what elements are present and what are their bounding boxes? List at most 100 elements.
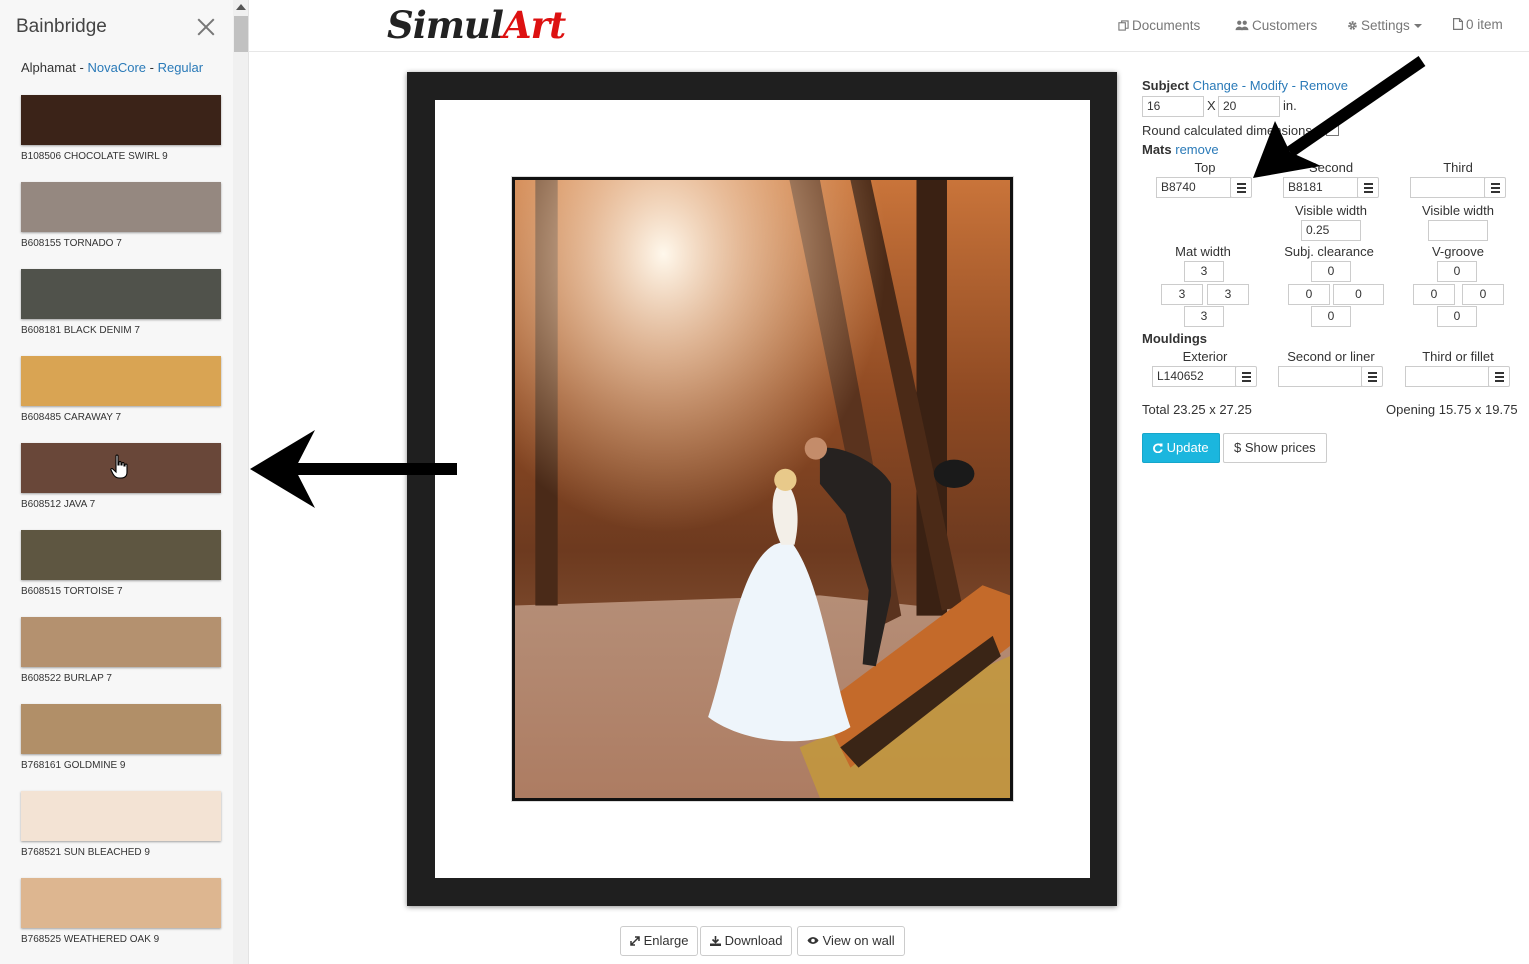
- swatch-label: B768525 WEATHERED OAK 9: [21, 934, 160, 945]
- swatch-item[interactable]: B768525 WEATHERED OAK 9: [21, 878, 222, 964]
- mats-remove-link[interactable]: remove: [1175, 142, 1218, 157]
- swatch-color[interactable]: [21, 530, 221, 580]
- frame-preview: [407, 72, 1117, 906]
- swatch-label: B608515 TORTOISE 7: [21, 586, 123, 597]
- vgroove-bottom-input[interactable]: 0: [1437, 306, 1477, 327]
- mat-width-label: Mat width: [1175, 244, 1231, 259]
- vgroove-top-input[interactable]: 0: [1437, 261, 1477, 282]
- third-mat-column-label: Third: [1443, 160, 1473, 175]
- swatch-item[interactable]: B768161 GOLDMINE 9: [21, 704, 222, 791]
- vgroove-left-input[interactable]: 0: [1413, 284, 1455, 305]
- subject-width-input[interactable]: 16: [1142, 96, 1204, 117]
- swatch-color[interactable]: [21, 791, 221, 841]
- top-mat-list-button[interactable]: [1230, 177, 1252, 198]
- swatch-color[interactable]: [21, 704, 221, 754]
- clearance-left-input[interactable]: 0: [1288, 284, 1330, 305]
- third-mat-list-button[interactable]: [1484, 177, 1506, 198]
- breadcrumb-brand: Alphamat: [21, 60, 76, 75]
- swatch-color[interactable]: [21, 878, 221, 928]
- breadcrumb-separator: -: [146, 60, 158, 75]
- swatch-color[interactable]: [21, 617, 221, 667]
- exterior-moulding-list-button[interactable]: [1235, 366, 1257, 387]
- nav-documents[interactable]: Documents: [1118, 18, 1200, 33]
- swatch-item[interactable]: B108506 CHOCOLATE SWIRL 9: [21, 95, 222, 182]
- eye-icon: [807, 937, 819, 944]
- second-visible-width-label: Visible width: [1294, 203, 1368, 218]
- show-prices-button[interactable]: $ Show prices: [1223, 433, 1327, 463]
- logo-text-art: Art: [502, 3, 566, 47]
- third-fillet-list-button[interactable]: [1488, 366, 1510, 387]
- scroll-up-arrow-icon[interactable]: [236, 4, 246, 10]
- swatch-label: B768521 SUN BLEACHED 9: [21, 847, 150, 858]
- second-mat-input[interactable]: B8181: [1283, 177, 1358, 198]
- swatch-item[interactable]: B608522 BURLAP 7: [21, 617, 222, 704]
- second-mat-column-label: Second: [1308, 160, 1354, 175]
- round-dimensions-checkbox[interactable]: [1326, 123, 1339, 136]
- nav-cart[interactable]: 0 item: [1453, 17, 1503, 32]
- nav-documents-label: Documents: [1132, 18, 1201, 33]
- download-button[interactable]: Download: [700, 926, 793, 956]
- clearance-right-input[interactable]: 0: [1333, 284, 1384, 305]
- swatch-item[interactable]: B608155 TORNADO 7: [21, 182, 222, 269]
- swatch-item[interactable]: B608181 BLACK DENIM 7: [21, 269, 222, 356]
- exterior-moulding-input[interactable]: L140652: [1152, 366, 1236, 387]
- enlarge-label: Enlarge: [643, 933, 689, 948]
- third-fillet-input[interactable]: [1405, 366, 1489, 387]
- clearance-top-input[interactable]: 0: [1311, 261, 1351, 282]
- swatch-label: B108506 CHOCOLATE SWIRL 9: [21, 151, 168, 162]
- second-visible-width-input[interactable]: 0.25: [1301, 220, 1361, 241]
- swatch-label: B608522 BURLAP 7: [21, 673, 112, 684]
- swatch-item[interactable]: B608515 TORTOISE 7: [21, 530, 222, 617]
- subject-height-input[interactable]: 20: [1218, 96, 1280, 117]
- swatch-label: B608181 BLACK DENIM 7: [21, 325, 140, 336]
- mat-width-left-input[interactable]: 3: [1161, 284, 1203, 305]
- swatch-list: B108506 CHOCOLATE SWIRL 9 B608155 TORNAD…: [21, 95, 222, 964]
- logo-text-simul: Simul: [387, 3, 504, 47]
- mat-width-top-input[interactable]: 3: [1184, 261, 1224, 282]
- swatch-label: B768161 GOLDMINE 9: [21, 760, 126, 771]
- close-icon[interactable]: [195, 16, 217, 38]
- third-visible-width-input[interactable]: [1428, 220, 1488, 241]
- view-on-wall-button[interactable]: View on wall: [797, 926, 905, 956]
- chevron-down-icon: [1413, 24, 1422, 28]
- top-mat-input[interactable]: B8740: [1156, 177, 1231, 198]
- swatch-color[interactable]: [21, 356, 221, 406]
- nav-settings-label: Settings: [1361, 18, 1410, 33]
- sidebar-scrollbar[interactable]: [233, 0, 248, 964]
- gear-icon: [1348, 21, 1357, 30]
- subject-change-link[interactable]: Change: [1193, 78, 1239, 93]
- mat-width-right-input[interactable]: 3: [1207, 284, 1249, 305]
- swatch-color[interactable]: [21, 95, 221, 145]
- swatch-item[interactable]: B768521 SUN BLEACHED 9: [21, 791, 222, 878]
- nav-settings[interactable]: Settings: [1347, 18, 1422, 33]
- mat-width-bottom-input[interactable]: 3: [1184, 306, 1224, 327]
- subject-remove-link[interactable]: Remove: [1300, 78, 1348, 93]
- second-mat-list-button[interactable]: [1357, 177, 1379, 198]
- third-mat-input[interactable]: [1410, 177, 1485, 198]
- simulart-logo[interactable]: SimulArt: [387, 3, 566, 47]
- sidebar-title: Bainbridge: [16, 16, 107, 37]
- subject-modify-link[interactable]: Modify: [1250, 78, 1288, 93]
- scrollbar-thumb[interactable]: [234, 16, 248, 52]
- breadcrumb-type-link[interactable]: Regular: [158, 60, 204, 75]
- mouldings-label: Mouldings: [1142, 331, 1207, 346]
- nav-customers[interactable]: Customers: [1235, 18, 1317, 33]
- vgroove-label: V-groove: [1431, 244, 1485, 259]
- top-navbar: SimulArt Documents Customers Settings 0 …: [249, 0, 1529, 52]
- download-label: Download: [724, 933, 783, 948]
- third-fillet-label: Third or fillet: [1422, 349, 1494, 364]
- top-mat-column-label: Top: [1194, 160, 1216, 175]
- dimension-separator: X: [1207, 98, 1216, 113]
- second-liner-list-button[interactable]: [1361, 366, 1383, 387]
- expand-icon: [630, 936, 640, 946]
- enlarge-button[interactable]: Enlarge: [620, 926, 699, 956]
- update-button[interactable]: Update: [1142, 433, 1220, 463]
- clearance-bottom-input[interactable]: 0: [1311, 306, 1351, 327]
- breadcrumb-collection-link[interactable]: NovaCore: [87, 60, 146, 75]
- swatch-color[interactable]: [21, 182, 221, 232]
- swatch-color[interactable]: [21, 269, 221, 319]
- file-icon: [1453, 18, 1463, 30]
- vgroove-right-input[interactable]: 0: [1462, 284, 1504, 305]
- second-liner-input[interactable]: [1278, 366, 1362, 387]
- swatch-item[interactable]: B608485 CARAWAY 7: [21, 356, 222, 443]
